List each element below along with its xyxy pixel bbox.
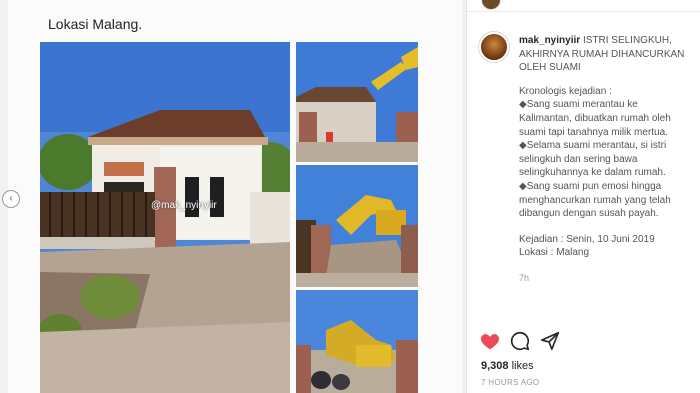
post-caption: mak_nyinyiir ISTRI SELINGKUH, AKHIRNYA R… xyxy=(519,34,697,286)
photo-excavator-3 xyxy=(296,290,418,393)
headline-line: ISTRI SELINGKUH, xyxy=(582,35,672,46)
body-line: selingkuhannya ke dalam rumah. xyxy=(519,167,666,179)
body-line: dibangun dengan susah payah. xyxy=(519,208,659,220)
post-time[interactable]: 7h xyxy=(519,272,697,286)
post-sidebar: mak_nyinyiir ISTRI SELINGKUH, AKHIRNYA R… xyxy=(466,0,700,393)
avatar[interactable] xyxy=(479,32,509,62)
username-link[interactable]: mak_nyinyiir xyxy=(519,35,580,46)
top-strip xyxy=(467,0,700,12)
event-location: Lokasi : Malang xyxy=(519,247,590,259)
post-media: ‹ Lokasi Malang. @mak_nyinyiir xyxy=(2,0,462,393)
body-line: selingkuh dan sering bawa xyxy=(519,153,638,165)
heart-icon[interactable] xyxy=(479,330,501,352)
likes-count[interactable]: 9,308 likes xyxy=(481,360,534,372)
event-date: Kejadian : Senin, 10 Juni 2019 xyxy=(519,233,655,245)
photo-house xyxy=(40,42,290,393)
posted-ago: 7 HOURS AGO xyxy=(481,378,540,387)
body-line: menghancurkan rumah yang telah xyxy=(519,194,671,206)
avatar[interactable] xyxy=(481,0,501,10)
body-line: ◆Sang suami pun emosi hingga xyxy=(519,180,662,192)
comment-icon[interactable] xyxy=(509,330,531,352)
body-line: suami tapi tanahnya milik mertua. xyxy=(519,126,668,138)
photo-excavator-1 xyxy=(296,42,418,162)
media-caption: Lokasi Malang. xyxy=(48,16,143,32)
body-line: ◆Selama suami merantau, si istri xyxy=(519,140,667,152)
share-icon[interactable] xyxy=(539,330,561,352)
chevron-left-icon[interactable]: ‹ xyxy=(2,190,20,208)
watermark: @mak_nyinyiir xyxy=(151,200,217,211)
body-line: Kalimantan, dibuatkan rumah oleh xyxy=(519,112,671,124)
photo-excavator-2 xyxy=(296,165,418,287)
headline-line: AKHIRNYA RUMAH DIHANCURKAN xyxy=(519,48,685,60)
action-bar xyxy=(479,330,689,356)
body-line: ◆Sang suami merantau ke xyxy=(519,99,638,111)
body-line: Kronologis kejadian : xyxy=(519,85,612,97)
headline-line: OLEH SUAMI xyxy=(519,62,581,74)
